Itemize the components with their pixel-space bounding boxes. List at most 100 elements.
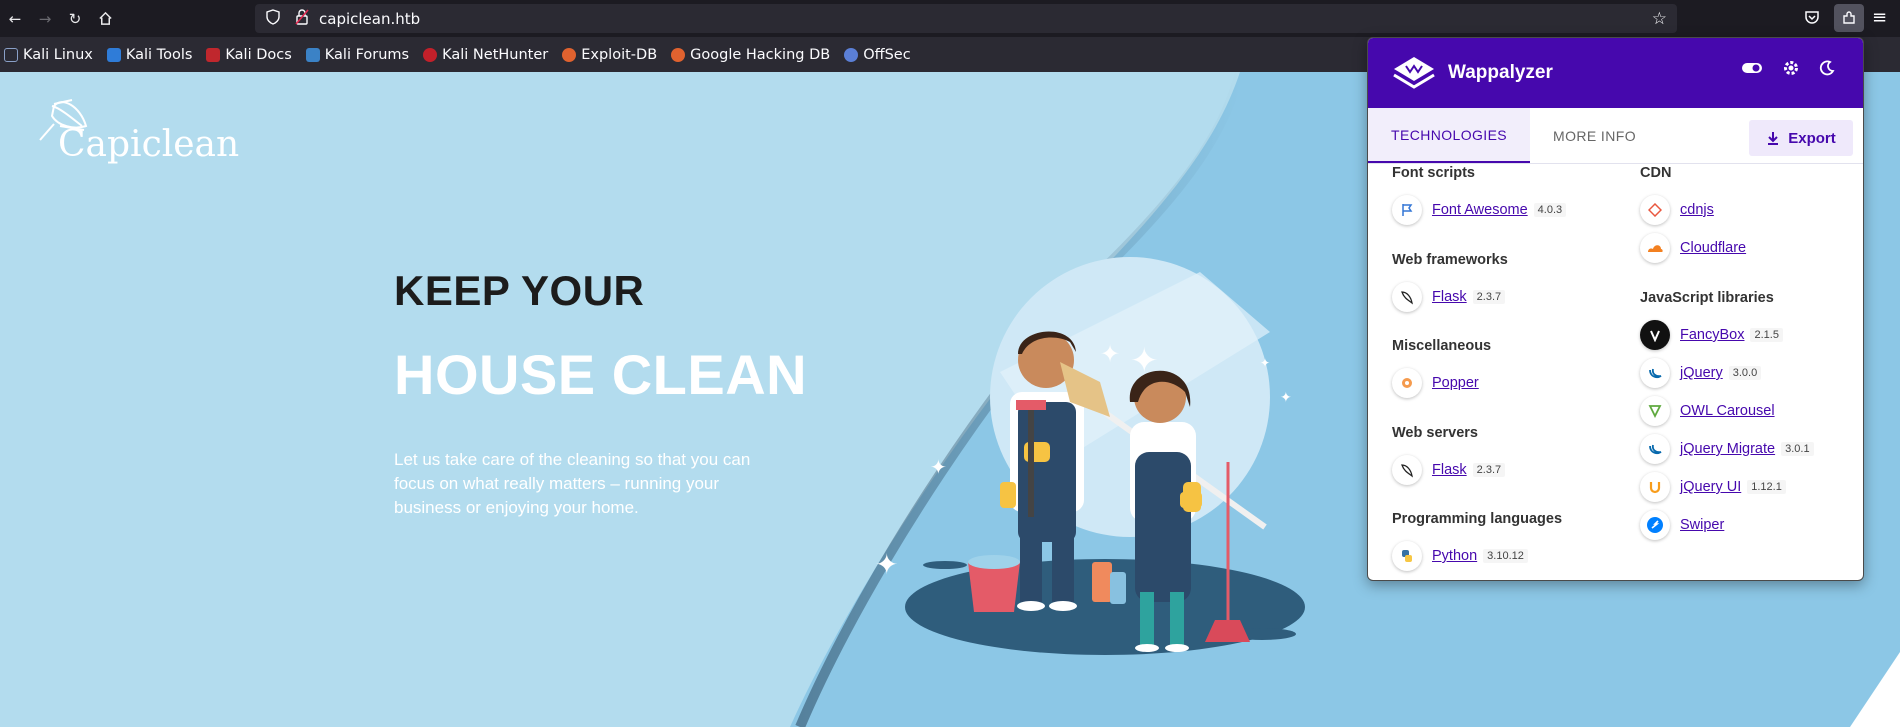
reload-icon[interactable]: ↻ bbox=[60, 4, 90, 34]
category-cdn: CDN cdnjs Cloudflare bbox=[1640, 165, 1850, 267]
bookmark-offsec[interactable]: OffSec bbox=[844, 47, 911, 63]
hero-tagline: Let us take care of the cleaning so that… bbox=[394, 450, 751, 517]
tech-version: 3.0.0 bbox=[1728, 366, 1762, 380]
insecure-lock-icon[interactable] bbox=[295, 8, 309, 29]
tech-name[interactable]: FancyBox bbox=[1680, 327, 1744, 343]
ghdb-icon bbox=[671, 47, 686, 62]
jquery-icon bbox=[1640, 434, 1670, 464]
tech-item-flask[interactable]: Flask 2.3.7 bbox=[1392, 278, 1622, 316]
bookmark-kali-nethunter[interactable]: Kali NetHunter bbox=[423, 47, 548, 63]
tech-item-flask-server[interactable]: Flask 2.3.7 bbox=[1392, 451, 1622, 489]
cloudflare-icon bbox=[1640, 233, 1670, 263]
bookmark-kali-forums[interactable]: Kali Forums bbox=[305, 47, 409, 63]
tech-name[interactable]: jQuery UI bbox=[1680, 479, 1741, 495]
technologies-list: Font scripts Font Awesome 4.0.3 Web fram… bbox=[1368, 165, 1863, 580]
browser-toolbar: ← → ↻ capiclean.htb ☆ ≡ bbox=[0, 0, 1900, 37]
home-icon[interactable] bbox=[90, 4, 120, 34]
category-web-servers: Web servers Flask 2.3.7 bbox=[1392, 425, 1622, 489]
kali-forums-icon bbox=[305, 47, 320, 62]
wappalyzer-tabs: TECHNOLOGIES MORE INFO Export bbox=[1368, 108, 1863, 164]
svg-text:✦: ✦ bbox=[930, 455, 947, 479]
url-bar[interactable]: capiclean.htb ☆ bbox=[255, 4, 1677, 33]
tech-item-cdnjs[interactable]: cdnjs bbox=[1640, 191, 1850, 229]
menu-icon[interactable]: ≡ bbox=[1872, 7, 1887, 28]
tab-technologies[interactable]: TECHNOLOGIES bbox=[1368, 108, 1531, 163]
bookmark-exploit-db[interactable]: Exploit-DB bbox=[562, 47, 657, 63]
tech-name[interactable]: OWL Carousel bbox=[1680, 403, 1775, 419]
wappalyzer-header-actions bbox=[1741, 60, 1835, 80]
tech-item-popper[interactable]: Popper bbox=[1392, 364, 1622, 402]
kali-dragon-icon bbox=[4, 47, 18, 62]
tech-name[interactable]: cdnjs bbox=[1680, 202, 1714, 218]
tech-version: 1.12.1 bbox=[1747, 480, 1786, 494]
offsec-icon bbox=[844, 47, 859, 62]
bookmark-kali-linux[interactable]: Kali Linux bbox=[4, 47, 93, 63]
tech-version: 2.1.5 bbox=[1750, 328, 1783, 342]
pocket-icon[interactable] bbox=[1803, 9, 1821, 31]
shield-icon[interactable] bbox=[265, 8, 281, 29]
export-button[interactable]: Export bbox=[1749, 120, 1853, 156]
tech-name[interactable]: jQuery bbox=[1680, 365, 1723, 381]
export-label: Export bbox=[1788, 129, 1836, 147]
category-miscellaneous: Miscellaneous Popper bbox=[1392, 338, 1622, 402]
tech-item-jquery-migrate[interactable]: jQuery Migrate 3.0.1 bbox=[1640, 430, 1850, 468]
tech-item-font-awesome[interactable]: Font Awesome 4.0.3 bbox=[1392, 191, 1622, 229]
url-text: capiclean.htb bbox=[319, 9, 421, 28]
tech-version: 4.0.3 bbox=[1533, 203, 1567, 217]
tech-item-cloudflare[interactable]: Cloudflare bbox=[1640, 229, 1850, 267]
jquery-ui-icon bbox=[1640, 472, 1670, 502]
tech-name[interactable]: Cloudflare bbox=[1680, 240, 1746, 256]
bookmark-kali-tools[interactable]: Kali Tools bbox=[106, 47, 192, 63]
tech-version: 2.3.7 bbox=[1472, 463, 1506, 477]
category-heading: Programming languages bbox=[1392, 511, 1563, 527]
nethunter-icon bbox=[423, 47, 438, 62]
tech-version: 3.10.12 bbox=[1483, 549, 1528, 563]
tech-name[interactable]: Swiper bbox=[1680, 517, 1724, 533]
tab-more-info[interactable]: MORE INFO bbox=[1530, 108, 1659, 163]
category-font-scripts: Font scripts Font Awesome 4.0.3 bbox=[1392, 165, 1622, 229]
tech-version: 2.3.7 bbox=[1472, 290, 1506, 304]
tech-name[interactable]: Font Awesome bbox=[1432, 202, 1528, 218]
tech-item-jquery-ui[interactable]: jQuery UI 1.12.1 bbox=[1640, 468, 1850, 506]
toggle-switch-icon[interactable] bbox=[1741, 60, 1763, 80]
bookmark-google-hacking-db[interactable]: Google Hacking DB bbox=[671, 47, 830, 63]
tech-name[interactable]: Flask bbox=[1432, 462, 1467, 478]
tech-item-swiper[interactable]: Swiper bbox=[1640, 506, 1850, 544]
hero-heading-line1: KEEP YOUR bbox=[394, 267, 645, 314]
settings-gear-icon[interactable] bbox=[1783, 60, 1799, 80]
forward-icon[interactable]: → bbox=[30, 4, 60, 34]
extensions-icon[interactable] bbox=[1834, 4, 1864, 32]
tech-name[interactable]: jQuery Migrate bbox=[1680, 441, 1775, 457]
exploit-db-icon bbox=[562, 47, 577, 62]
kali-tools-icon bbox=[106, 47, 121, 62]
tech-name[interactable]: Python bbox=[1432, 548, 1477, 564]
svg-text:✦: ✦ bbox=[1130, 341, 1159, 381]
category-web-frameworks: Web frameworks Flask 2.3.7 bbox=[1392, 252, 1622, 316]
back-icon[interactable]: ← bbox=[0, 4, 30, 34]
svg-text:✦: ✦ bbox=[1260, 356, 1270, 370]
capiclean-logo[interactable]: Capiclean bbox=[32, 96, 239, 176]
svg-text:✦: ✦ bbox=[1100, 340, 1120, 368]
tech-version: 3.0.1 bbox=[1781, 442, 1814, 456]
tech-item-jquery[interactable]: jQuery 3.0.0 bbox=[1640, 354, 1850, 392]
wappalyzer-title: Wappalyzer bbox=[1448, 62, 1553, 83]
tech-name[interactable]: Flask bbox=[1432, 289, 1467, 305]
hero-heading-line2: HOUSE CLEAN bbox=[394, 343, 808, 406]
tech-item-python[interactable]: Python 3.10.12 bbox=[1392, 537, 1622, 575]
category-javascript-libraries: JavaScript libraries FancyBox 2.1.5 jQue… bbox=[1640, 290, 1850, 544]
tech-item-fancybox[interactable]: FancyBox 2.1.5 bbox=[1640, 316, 1850, 354]
tech-item-owl-carousel[interactable]: OWL Carousel bbox=[1640, 392, 1850, 430]
flask-icon bbox=[1392, 455, 1422, 485]
wappalyzer-popup: Wappalyzer TECHNOLOGIES MORE INFO Export… bbox=[1367, 37, 1864, 581]
flag-icon bbox=[1392, 195, 1422, 225]
bookmark-kali-docs[interactable]: Kali Docs bbox=[206, 47, 292, 63]
category-heading: CDN bbox=[1640, 165, 1672, 181]
wappalyzer-header: Wappalyzer bbox=[1368, 38, 1863, 108]
cdnjs-icon bbox=[1640, 195, 1670, 225]
dark-mode-moon-icon[interactable] bbox=[1819, 60, 1835, 80]
category-heading: Miscellaneous bbox=[1392, 338, 1492, 354]
bookmark-star-icon[interactable]: ☆ bbox=[1652, 9, 1667, 29]
tech-name[interactable]: Popper bbox=[1432, 375, 1479, 391]
owl-icon bbox=[1640, 396, 1670, 426]
site-logo-text: Capiclean bbox=[58, 124, 240, 165]
